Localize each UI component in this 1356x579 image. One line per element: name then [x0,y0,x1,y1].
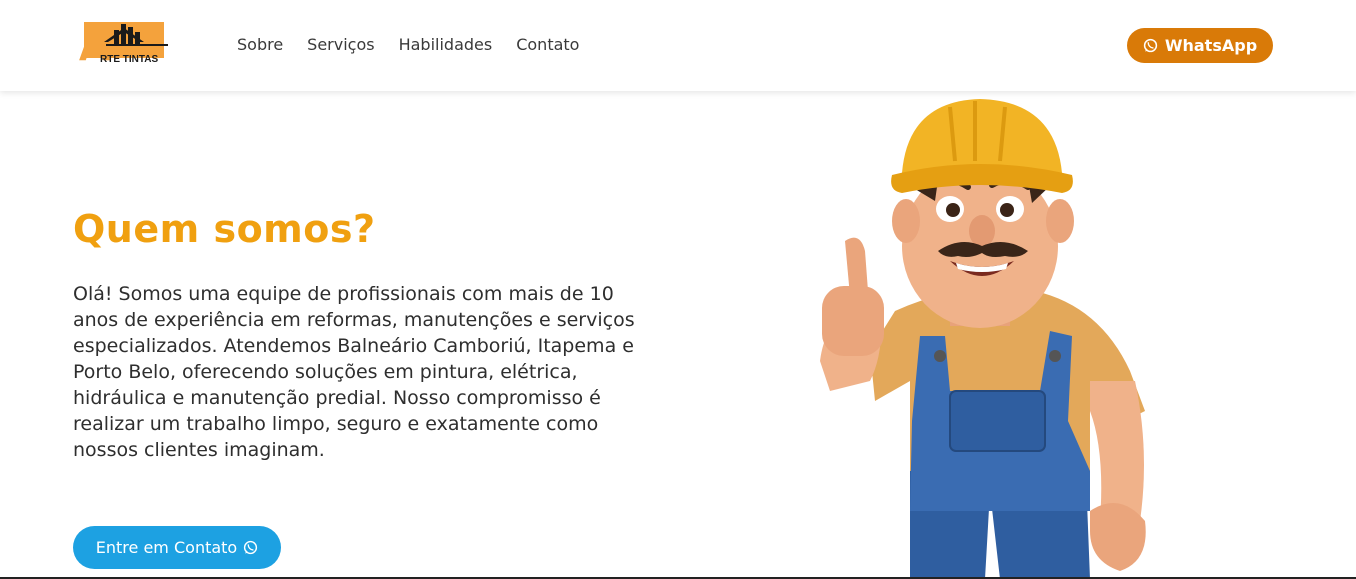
logo-text: RTE TINTAS [100,54,158,65]
contact-cta-label: Entre em Contato [95,538,238,557]
navbar: A RTE TINTAS Sobre Serviços Habilidades … [0,0,1356,91]
whatsapp-button[interactable]: WhatsApp [1127,28,1273,63]
nav-item-sobre[interactable]: Sobre [237,34,283,56]
about-paragraph: Olá! Somos uma equipe de profissionais c… [73,283,635,461]
arte-tintas-logo[interactable]: A RTE TINTAS [78,16,170,66]
nav-item-servicos[interactable]: Serviços [307,34,374,56]
page-title: Quem somos? [73,207,376,251]
whatsapp-icon [1143,38,1158,53]
whatsapp-button-label: WhatsApp [1164,36,1258,55]
worker-mascot-image [820,99,1146,579]
main-nav: Sobre Serviços Habilidades Contato [237,34,579,56]
nav-item-habilidades[interactable]: Habilidades [399,34,493,56]
nav-item-contato[interactable]: Contato [516,34,579,56]
contact-cta-button[interactable]: Entre em Contato [73,526,281,569]
whatsapp-icon [244,540,258,555]
